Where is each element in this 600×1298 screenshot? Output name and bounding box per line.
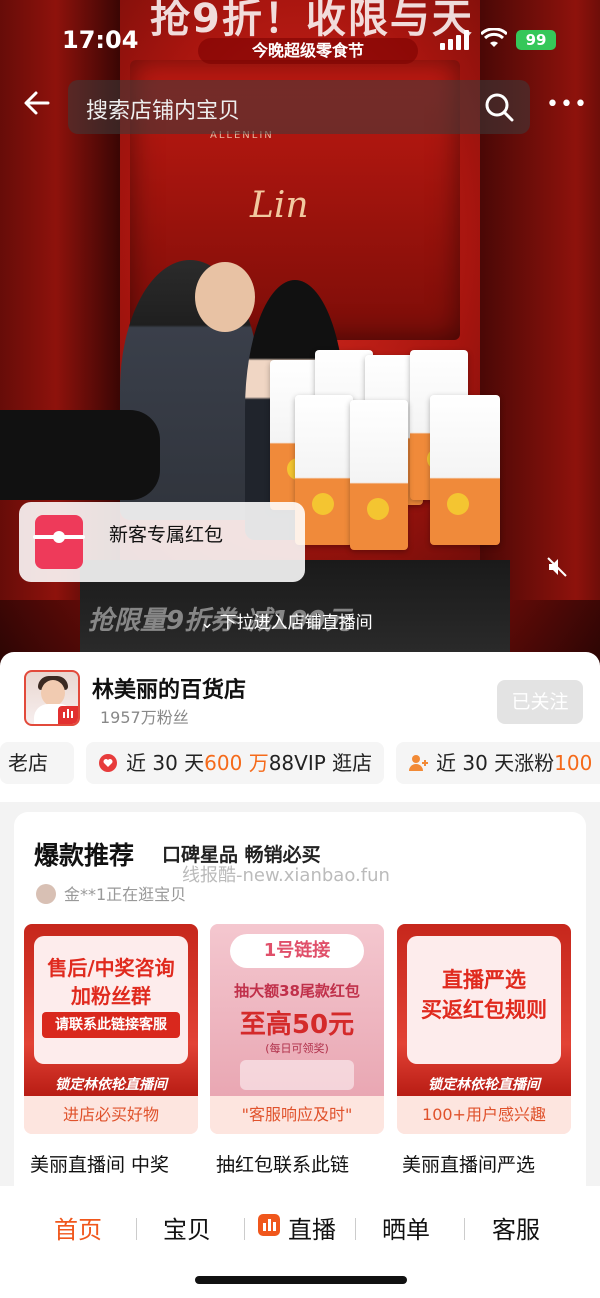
recommend-title: 爆款推荐 <box>34 841 135 870</box>
product-display <box>270 350 505 550</box>
red-packet-label: 新客专属红包 <box>109 524 224 546</box>
tile-line-2: 买返红包规则 <box>421 998 547 1022</box>
signal-icon <box>440 30 470 50</box>
shop-name[interactable]: 林美丽的百货店 <box>92 672 246 704</box>
tile-line-3: 请联系此链接客服 <box>42 1012 180 1038</box>
tile-caption: 进店必买好物 <box>24 1096 198 1134</box>
nav-products[interactable]: 宝贝 <box>163 1210 211 1245</box>
back-arrow-icon[interactable] <box>22 88 52 124</box>
status-bar: 17:04 99 <box>0 0 600 60</box>
product-name-2[interactable]: 抽红包联系此链 <box>216 1150 349 1177</box>
battery-icon: 99 <box>516 30 556 50</box>
badge-vip-visits[interactable]: 近 30 天600 万88VIP 逛店 <box>86 742 384 784</box>
more-options-icon[interactable]: ••• <box>546 92 588 117</box>
tile-caption: "客服响应及时" <box>210 1096 384 1134</box>
shop-avatar[interactable] <box>24 670 80 726</box>
tile-line-1: 直播严选 <box>442 968 526 992</box>
browsing-text: 金**1正在逛宝贝 <box>64 885 187 904</box>
tile-line-1: 1号链接 <box>230 934 364 968</box>
badge-highlight: 100 <box>554 751 593 775</box>
badge-fan-growth[interactable]: 近 30 天涨粉100 <box>396 742 600 784</box>
heart-pin-icon <box>99 754 117 772</box>
wifi-icon <box>479 27 509 54</box>
shop-badges-row: 老店 近 30 天600 万88VIP 逛店 近 30 天涨粉100 <box>0 742 600 784</box>
tile-line-2: 抽大额38尾款红包 <box>234 982 360 1000</box>
assistant-arm <box>0 410 160 500</box>
tile-footer: 锁定林依轮直播间 <box>55 1077 167 1093</box>
badge-highlight: 600 万 <box>204 751 269 775</box>
backdrop-logo: Lin <box>250 185 309 226</box>
nav-home[interactable]: 首页 <box>54 1210 102 1245</box>
tile-footer: 锁定林依轮直播间 <box>428 1077 540 1093</box>
tile-line-2: 加粉丝群 <box>71 984 151 1008</box>
tile-caption: 100+用户感兴趣 <box>397 1096 571 1134</box>
badge-text: 老店 <box>8 751 48 775</box>
browser-avatar <box>36 884 56 904</box>
badge-suffix: 88VIP 逛店 <box>268 751 373 775</box>
product-tile-3[interactable]: 直播严选 买返红包规则 锁定林依轮直播间 100+用户感兴趣 <box>397 924 571 1134</box>
tile-line-1: 售后/中奖咨询 <box>47 956 175 980</box>
nav-divider <box>136 1218 137 1240</box>
tile-line-3: 至高50元 <box>239 1010 355 1040</box>
product-image: 1号链接 抽大额38尾款红包 至高50元 (每日可领奖) <box>210 924 384 1096</box>
host-male-face <box>195 262 255 332</box>
red-packet-icon <box>33 515 85 569</box>
product-image: 直播严选 买返红包规则 锁定林依轮直播间 <box>397 924 571 1096</box>
fan-count: 1957万粉丝 <box>100 708 189 727</box>
badge-prefix: 近 30 天 <box>126 751 205 775</box>
badge-old-shop[interactable]: 老店 <box>0 742 74 784</box>
nav-customer-service[interactable]: 客服 <box>492 1210 540 1245</box>
search-placeholder: 搜索店铺内宝贝 <box>86 99 241 124</box>
product-image: 售后/中奖咨询 加粉丝群 请联系此链接客服 锁定林依轮直播间 <box>24 924 198 1096</box>
nav-live[interactable]: 直播 <box>288 1210 336 1245</box>
product-name-1[interactable]: 美丽直播间 中奖 <box>30 1150 169 1177</box>
new-customer-red-packet[interactable]: 新客专属红包 <box>19 502 305 582</box>
nav-divider <box>244 1218 245 1240</box>
tile-note: (每日可领奖) <box>265 1042 329 1055</box>
product-tile-1[interactable]: 售后/中奖咨询 加粉丝群 请联系此链接客服 锁定林依轮直播间 进店必买好物 <box>24 924 198 1134</box>
clock: 17:04 <box>62 26 139 54</box>
nav-reviews[interactable]: 晒单 <box>382 1210 430 1245</box>
watermark: 线报酷-new.xianbao.fun <box>182 865 390 886</box>
search-bar[interactable]: 搜索店铺内宝贝 <box>68 80 530 134</box>
product-name-3[interactable]: 美丽直播间严选 <box>402 1150 535 1177</box>
pull-down-hint-text: 下拉进入店铺直播间 <box>219 613 373 633</box>
badge-prefix: 近 30 天涨粉 <box>436 751 555 775</box>
live-bars-icon <box>58 706 78 724</box>
mute-icon[interactable] <box>546 556 568 583</box>
product-tile-2[interactable]: 1号链接 抽大额38尾款红包 至高50元 (每日可领奖) "客服响应及时" <box>210 924 384 1134</box>
nav-divider <box>355 1218 356 1240</box>
nav-divider <box>464 1218 465 1240</box>
chevron-down-icon: ⌄ <box>200 613 220 633</box>
live-icon <box>258 1214 280 1236</box>
user-growth-icon <box>409 755 428 771</box>
search-icon[interactable] <box>484 92 514 122</box>
pull-down-hint[interactable]: ⌄ 下拉进入店铺直播间 <box>200 608 373 633</box>
browsing-indicator: 金**1正在逛宝贝 <box>36 881 186 905</box>
home-indicator[interactable] <box>195 1276 407 1284</box>
follow-button[interactable]: 已关注 <box>497 680 583 724</box>
